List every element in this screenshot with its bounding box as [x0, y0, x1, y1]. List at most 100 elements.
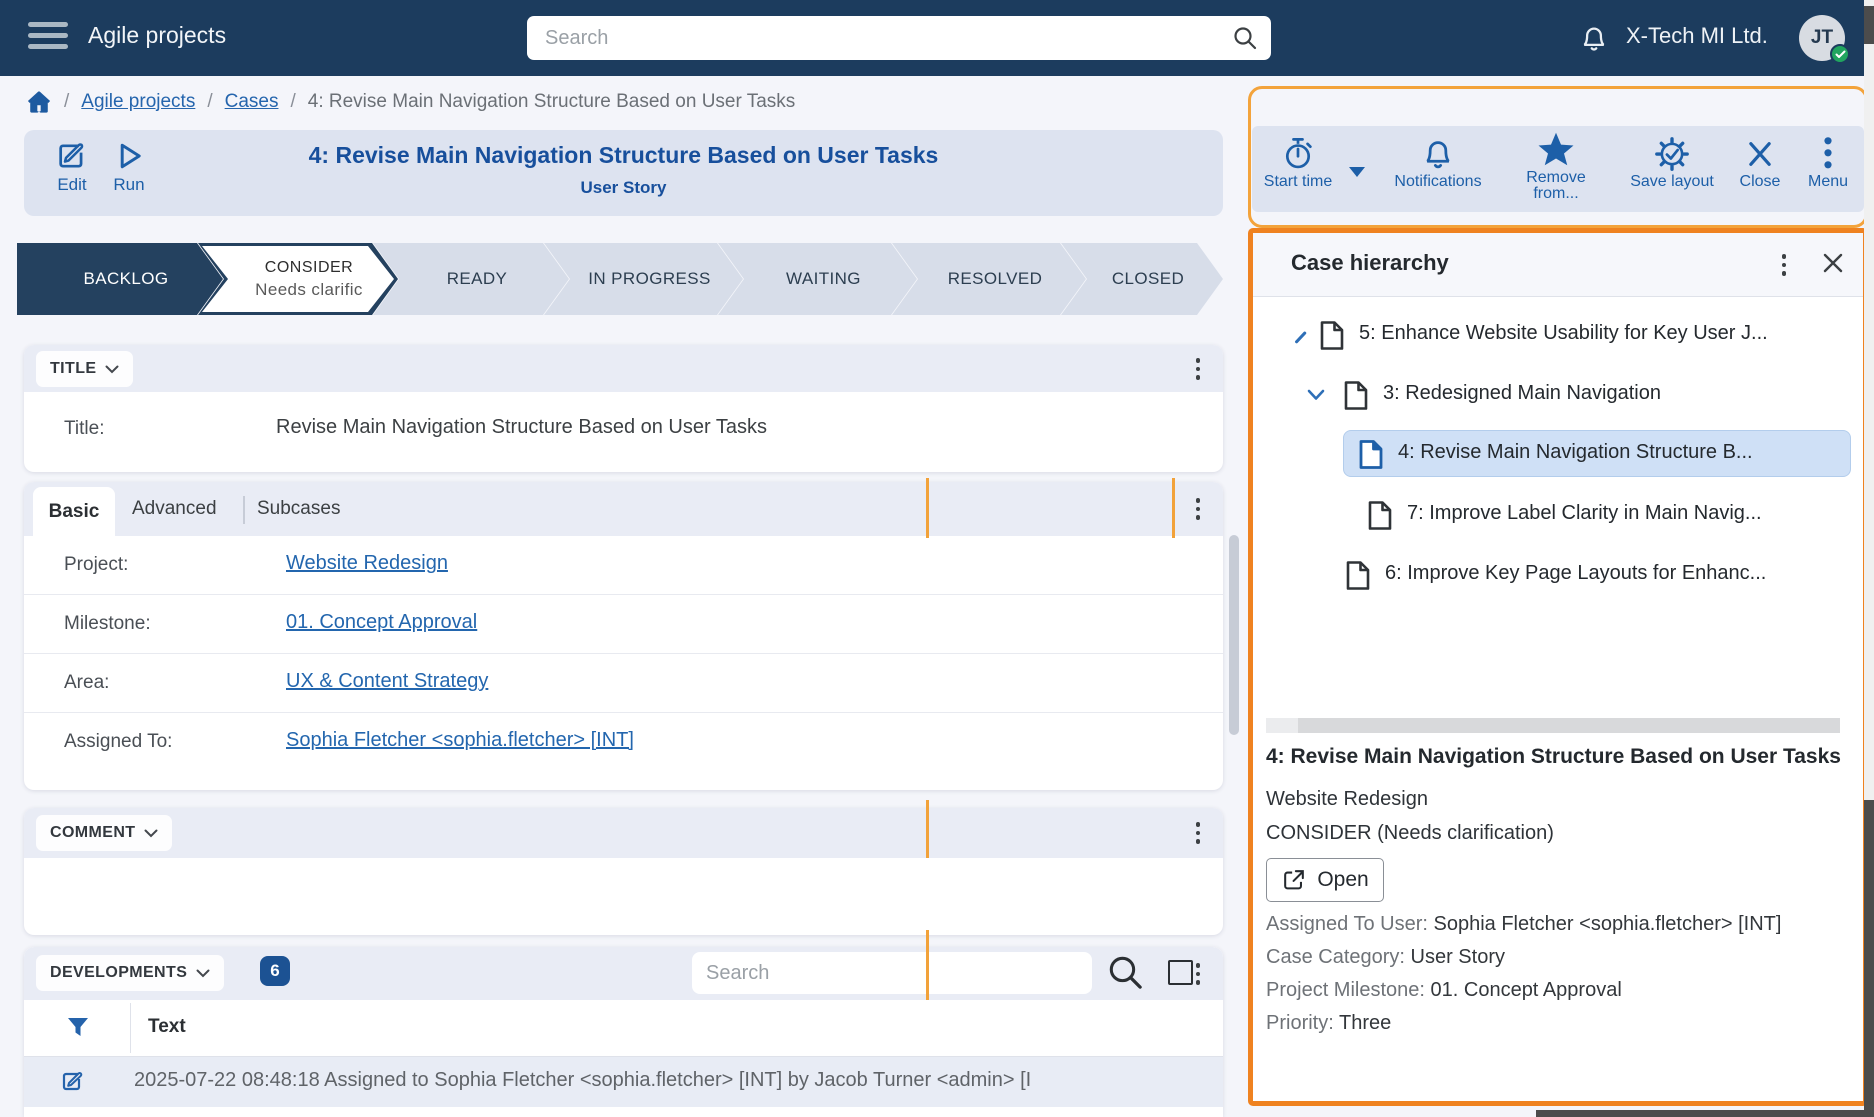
- detail-field-label: Priority:: [1266, 1012, 1339, 1034]
- workflow-step-consider-current[interactable]: CONSIDER Needs clarific: [198, 243, 398, 315]
- developments-search-icon[interactable]: [1106, 953, 1146, 993]
- document-icon: [1343, 380, 1369, 411]
- edit-row-icon[interactable]: [58, 1067, 88, 1097]
- gear-check-icon: [1654, 136, 1690, 172]
- remove-from-button[interactable]: Remove from...: [1510, 130, 1602, 203]
- title-section-collapse[interactable]: TITLE: [36, 351, 133, 387]
- menu-button[interactable]: Menu: [1800, 136, 1856, 191]
- start-time-button[interactable]: Start time: [1260, 136, 1336, 191]
- window-scrollbar-thumb[interactable]: [1864, 800, 1874, 1117]
- developments-kebab-icon[interactable]: [1185, 957, 1211, 991]
- star-icon: [1536, 130, 1576, 168]
- breadcrumb-separator: /: [290, 91, 295, 113]
- screen: Agile projects X-Tech MI Ltd. JT / Agile…: [0, 0, 1874, 1117]
- notifications-bell-icon[interactable]: [1578, 22, 1610, 54]
- title-section-header: TITLE: [24, 345, 1223, 392]
- notifications-button[interactable]: Notifications: [1382, 136, 1494, 191]
- developments-search-input[interactable]: [692, 952, 1092, 994]
- tree-item-4-selected[interactable]: 4: Revise Main Navigation Structure B...: [1343, 430, 1851, 477]
- tab-advanced[interactable]: Advanced: [132, 487, 217, 531]
- workflow-step-resolved[interactable]: RESOLVED: [892, 243, 1086, 315]
- chevron-down-icon: [1348, 166, 1366, 178]
- avatar-initials: JT: [1811, 27, 1833, 49]
- search-icon[interactable]: [1231, 24, 1259, 52]
- title-field-value[interactable]: Revise Main Navigation Structure Based o…: [276, 416, 767, 439]
- comment-section-kebab-icon[interactable]: [1185, 816, 1211, 850]
- tree-scrollbar-thumb[interactable]: [1266, 718, 1298, 733]
- development-row-text: 2025-07-22 08:48:18 Assigned to Sophia F…: [134, 1069, 1031, 1092]
- tree-item-7[interactable]: 7: Improve Label Clarity in Main Navig..…: [1267, 492, 1849, 539]
- start-time-dropdown[interactable]: [1348, 166, 1366, 178]
- tree-item-label: 6: Improve Key Page Layouts for Enhanc..…: [1385, 562, 1766, 585]
- breadcrumb-link-project[interactable]: Agile projects: [81, 91, 195, 113]
- save-layout-button[interactable]: Save layout: [1624, 136, 1720, 191]
- workflow-step-in-progress[interactable]: IN PROGRESS: [544, 243, 743, 315]
- chevron-down-icon: [196, 969, 210, 978]
- detail-field-value: Sophia Fletcher <sophia.fletcher> [INT]: [1434, 913, 1782, 935]
- case-hierarchy-title: Case hierarchy: [1291, 250, 1449, 276]
- open-button[interactable]: Open: [1266, 858, 1384, 902]
- workflow-step-label: RESOLVED: [936, 269, 1043, 289]
- tree-item-5[interactable]: 5: Enhance Website Usability for Key Use…: [1267, 312, 1849, 359]
- developments-collapse[interactable]: DEVELOPMENTS: [36, 955, 224, 991]
- hamburger-menu-icon[interactable]: [28, 22, 68, 54]
- bell-icon: [1421, 136, 1455, 172]
- comment-section-collapse[interactable]: COMMENT: [36, 815, 172, 851]
- detail-project: Website Redesign: [1266, 782, 1841, 816]
- workflow-step-ready[interactable]: READY: [373, 243, 569, 315]
- workflow-step-consider-text: CONSIDER Needs clarific: [198, 243, 398, 315]
- filter-icon[interactable]: [64, 1013, 92, 1041]
- developments-header: DEVELOPMENTS 6: [24, 947, 1223, 1000]
- area-link[interactable]: UX & Content Strategy: [286, 670, 488, 693]
- developments-heading: DEVELOPMENTS: [50, 964, 187, 982]
- tree-item-label: 4: Revise Main Navigation Structure B...: [1398, 441, 1753, 464]
- workflow-step-waiting[interactable]: WAITING: [718, 243, 917, 315]
- close-x-icon: [1744, 136, 1776, 172]
- tab-basic[interactable]: Basic: [33, 487, 115, 536]
- details-section-kebab-icon[interactable]: [1185, 492, 1211, 526]
- window-scrollbar-thumb[interactable]: [1864, 6, 1874, 44]
- tab-subcases[interactable]: Subcases: [257, 487, 340, 531]
- close-button[interactable]: Close: [1730, 136, 1790, 191]
- workflow-step-label: BACKLOG: [72, 269, 169, 289]
- assigned-to-link[interactable]: Sophia Fletcher <sophia.fletcher> [INT]: [286, 729, 634, 752]
- comment-section: COMMENT: [24, 808, 1223, 935]
- development-row[interactable]: 2025-07-22 08:48:18 Assigned to Sophia F…: [24, 1057, 1223, 1107]
- main-scrollbar-thumb[interactable]: [1229, 535, 1239, 735]
- chevron-down-icon: [144, 829, 158, 838]
- detail-field-label: Project Milestone:: [1266, 979, 1431, 1001]
- case-type: User Story: [24, 178, 1223, 198]
- breadcrumb-link-cases[interactable]: Cases: [225, 91, 279, 113]
- kebab-icon: [1821, 136, 1835, 172]
- case-hierarchy-close-icon[interactable]: [1821, 251, 1845, 275]
- external-link-icon: [1281, 867, 1307, 893]
- workflow-step-label: IN PROGRESS: [576, 269, 710, 289]
- detail-field-category: Case Category: User Story: [1266, 941, 1841, 974]
- breadcrumb: / Agile projects / Cases / 4: Revise Mai…: [26, 90, 795, 114]
- document-icon: [1319, 320, 1345, 351]
- home-icon[interactable]: [26, 90, 52, 114]
- window-scrollbar[interactable]: [1864, 0, 1874, 1117]
- workflow-step-backlog[interactable]: BACKLOG: [17, 243, 223, 315]
- title-section-kebab-icon[interactable]: [1185, 352, 1211, 386]
- tab-basic-label: Basic: [49, 501, 100, 523]
- comment-empty-body[interactable]: [24, 858, 1223, 934]
- detail-field-value: User Story: [1411, 946, 1505, 968]
- workflow-step-label: CLOSED: [1100, 269, 1184, 289]
- global-search-input[interactable]: [527, 16, 1271, 60]
- breadcrumb-separator: /: [207, 91, 212, 113]
- case-hierarchy-kebab-icon[interactable]: [1771, 248, 1797, 282]
- field-row-project: Project: Website Redesign: [24, 536, 1223, 595]
- details-tabbar: Basic Advanced Subcases: [24, 482, 1223, 536]
- app-title: Agile projects: [88, 22, 226, 49]
- milestone-link[interactable]: 01. Concept Approval: [286, 611, 477, 634]
- case-toolbar: Start time Notifications Remove from... …: [1252, 126, 1864, 212]
- tree-item-3[interactable]: 3: Redesigned Main Navigation: [1267, 372, 1849, 419]
- tree-item-6[interactable]: 6: Improve Key Page Layouts for Enhanc..…: [1267, 552, 1849, 599]
- tree-horizontal-scrollbar[interactable]: [1266, 718, 1840, 733]
- detail-status: CONSIDER (Needs clarification): [1266, 816, 1841, 850]
- expander-icon[interactable]: [1294, 331, 1306, 344]
- case-hierarchy-header: Case hierarchy: [1253, 233, 1863, 297]
- global-search: [527, 16, 1271, 60]
- project-link[interactable]: Website Redesign: [286, 552, 448, 575]
